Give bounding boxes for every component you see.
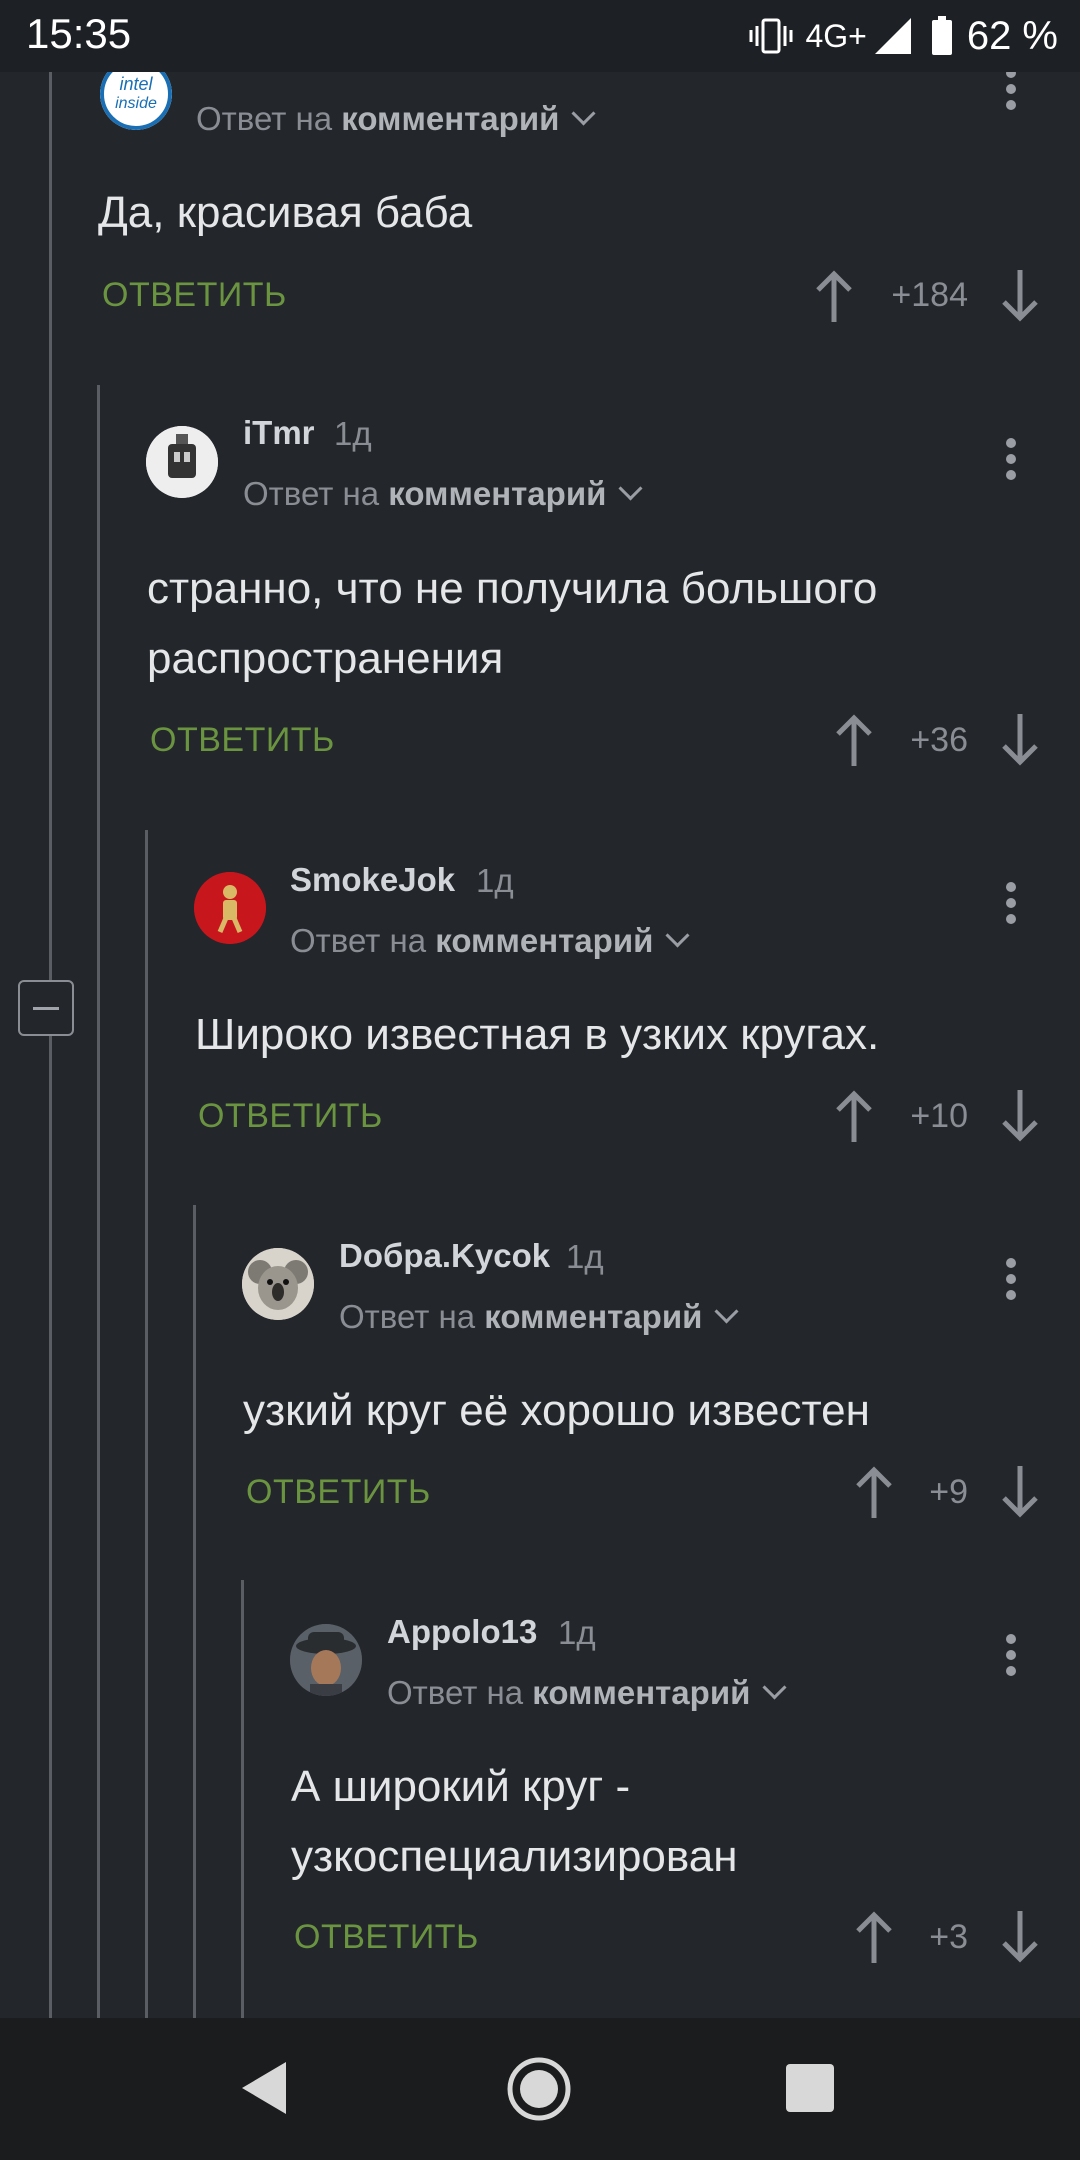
vibrate-icon: [749, 16, 793, 56]
comment-time: 1д: [566, 1238, 604, 1275]
man-hat-avatar[interactable]: [290, 1624, 362, 1696]
comment-time: 1д: [476, 862, 514, 899]
status-time: 15:35: [26, 10, 132, 57]
score: +184: [891, 276, 968, 314]
thread-line[interactable]: [97, 385, 100, 2018]
downvote-icon[interactable]: [1000, 1464, 1040, 1520]
status-icons: 4G+ 62 %: [749, 12, 1058, 60]
battery-icon: [931, 16, 953, 56]
more-options-icon[interactable]: [1005, 1634, 1017, 1682]
comment-text: странно, что не получила большого распро…: [147, 554, 877, 694]
more-options-icon[interactable]: [1005, 1258, 1017, 1306]
reply-button[interactable]: ОТВЕТИТЬ: [150, 721, 335, 760]
signal-icon: [873, 16, 913, 56]
comment-text: Да, красивая баба: [98, 188, 473, 237]
chevron-down-icon: [571, 101, 596, 126]
thread-line[interactable]: [193, 1205, 196, 2018]
more-options-icon[interactable]: [1005, 882, 1017, 930]
reply-to-link[interactable]: Ответ на комментарий: [387, 1674, 787, 1712]
comment-text: А широкий круг - узкоспециализирован: [291, 1752, 738, 1892]
username[interactable]: SmokeJok: [290, 861, 455, 899]
recents-icon[interactable]: [786, 2064, 834, 2112]
chevron-down-icon: [665, 923, 690, 948]
comment-text: узкий круг её хорошо известен: [243, 1386, 870, 1435]
downvote-icon[interactable]: [1000, 1088, 1040, 1144]
reply-to-link[interactable]: Ответ на комментарий: [339, 1298, 739, 1336]
battery-percent: 62 %: [966, 13, 1058, 58]
thread-line[interactable]: [145, 830, 148, 2018]
username[interactable]: iTmr: [243, 414, 315, 452]
comment-text-line: странно, что не получила большого: [147, 564, 878, 613]
navigation-bar: [0, 2018, 1080, 2160]
comment-time: 1д: [334, 415, 372, 452]
username[interactable]: Appolo13: [387, 1613, 537, 1651]
svg-text:intel: intel: [119, 74, 153, 94]
chevron-down-icon: [762, 1675, 787, 1700]
chevron-down-icon: [618, 476, 643, 501]
reply-button[interactable]: ОТВЕТИТЬ: [246, 1473, 431, 1512]
more-options-icon[interactable]: [1005, 438, 1017, 486]
thread-line[interactable]: [49, 72, 52, 2018]
chevron-down-icon: [714, 1299, 739, 1324]
comment-text-line: узкоспециализирован: [291, 1832, 738, 1881]
reply-button[interactable]: ОТВЕТИТЬ: [102, 276, 287, 315]
reply-to-link[interactable]: Ответ на комментарий: [196, 100, 596, 138]
comment-text-line: А широкий круг -: [291, 1762, 631, 1811]
comment-time: 1д: [558, 1614, 596, 1651]
reply-button[interactable]: ОТВЕТИТЬ: [294, 1918, 479, 1957]
score: +36: [910, 721, 968, 759]
svg-text:inside: inside: [115, 95, 157, 112]
comment-text-line: распространения: [147, 634, 504, 683]
figure-avatar[interactable]: [194, 872, 266, 944]
upvote-icon[interactable]: [814, 268, 854, 324]
status-bar: 15:35 4G+ 62 %: [0, 0, 1080, 72]
comment-text: Широко известная в узких кругах.: [195, 1010, 880, 1059]
reply-to-link[interactable]: Ответ на комментарий: [243, 475, 643, 513]
more-options-icon[interactable]: [1005, 68, 1017, 116]
downvote-icon[interactable]: [1000, 712, 1040, 768]
robot-avatar[interactable]: [146, 426, 218, 498]
downvote-icon[interactable]: [1000, 268, 1040, 324]
score: +10: [910, 1097, 968, 1135]
reply-button[interactable]: ОТВЕТИТЬ: [198, 1097, 383, 1136]
network-label: 4G+: [805, 17, 867, 54]
username[interactable]: Doбpa.Kycok: [339, 1237, 550, 1275]
koala-avatar[interactable]: [242, 1248, 314, 1320]
score: +9: [929, 1473, 968, 1511]
home-icon[interactable]: [506, 2056, 572, 2127]
reply-to-link[interactable]: Ответ на комментарий: [290, 922, 690, 960]
score: +3: [929, 1918, 968, 1956]
thread-line[interactable]: [241, 1580, 244, 2018]
downvote-icon[interactable]: [1000, 1909, 1040, 1965]
collapse-thread-button[interactable]: [18, 980, 74, 1036]
back-icon[interactable]: [240, 2060, 288, 2121]
